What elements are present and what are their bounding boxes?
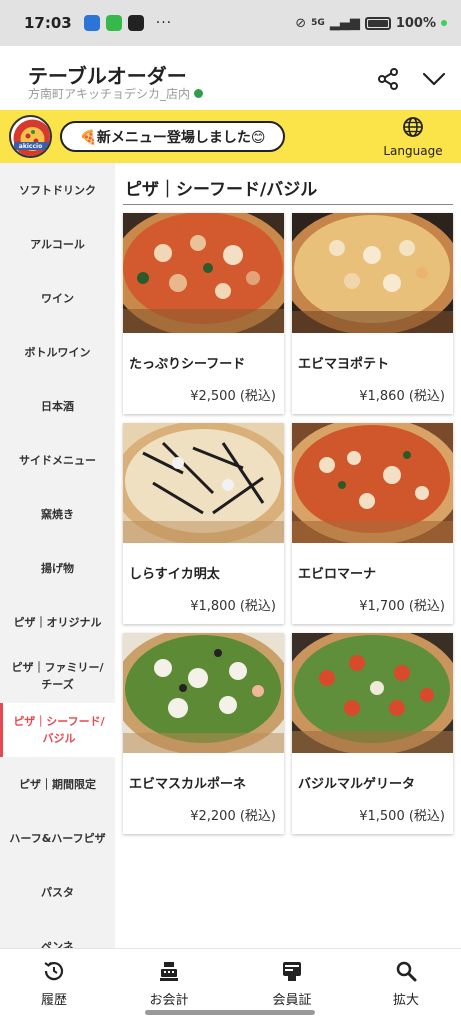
- menu-item-card[interactable]: バジルマルゲリータ ¥1,500 (税込): [292, 633, 453, 834]
- logo-graphic: [13, 119, 50, 156]
- share-icon: [378, 68, 398, 90]
- pizza-image: [292, 213, 453, 333]
- menu-item-card[interactable]: エビマスカルポーネ ¥2,200 (税込): [123, 633, 284, 834]
- announcement-pill[interactable]: 🍕新メニュー登場しました😊: [60, 121, 285, 152]
- member-card-icon: [283, 962, 301, 981]
- sidebar-item-wine[interactable]: ワイン: [0, 271, 115, 325]
- item-name: エビロマーナ: [298, 567, 377, 582]
- item-price: ¥2,500 (税込): [190, 389, 276, 404]
- nav-member-card[interactable]: 会員証: [252, 959, 332, 1008]
- register-icon: [160, 962, 178, 981]
- section-divider: [123, 204, 453, 205]
- nav-zoom[interactable]: 拡大: [366, 959, 446, 1008]
- item-price: ¥1,860 (税込): [359, 389, 445, 404]
- store-name: 方南町アキッチョデシカ_店内: [28, 85, 204, 102]
- pizza-image: [123, 633, 284, 753]
- sidebar-item-half-half[interactable]: ハーフ&ハーフピザ: [0, 811, 115, 865]
- menu-item-card[interactable]: エビマヨポテト ¥1,860 (税込): [292, 213, 453, 414]
- sidebar-item-side-menu[interactable]: サイドメニュー: [0, 433, 115, 487]
- nav-checkout[interactable]: お会計: [129, 959, 209, 1008]
- menu-content: ピザ｜シーフード/バジル たっぷりシーフード ¥2,500 (税込) エビマヨポ…: [115, 163, 461, 948]
- app-header: テーブルオーダー 方南町アキッチョデシカ_店内: [0, 46, 461, 110]
- item-price: ¥2,200 (税込): [190, 809, 276, 824]
- network-type: 5G: [311, 18, 325, 28]
- share-button[interactable]: [372, 63, 404, 95]
- item-name: たっぷりシーフード: [129, 357, 246, 372]
- item-name: エビマヨポテト: [298, 357, 390, 372]
- menu-item-card[interactable]: しらすイカ明太 ¥1,800 (税込): [123, 423, 284, 624]
- pizza-image: [123, 423, 284, 543]
- menu-item-card[interactable]: エビロマーナ ¥1,700 (税込): [292, 423, 453, 624]
- status-time: 17:03: [24, 14, 72, 32]
- nav-history-label: 履歴: [40, 993, 67, 1008]
- sidebar-item-fried[interactable]: 揚げ物: [0, 541, 115, 595]
- notification-icons: ···: [83, 15, 173, 31]
- store-name-label: 方南町アキッチョデシカ_店内: [28, 87, 191, 101]
- app-notification-icon: [83, 15, 100, 31]
- app-notification-icon: [127, 15, 144, 31]
- home-indicator[interactable]: [145, 1010, 315, 1015]
- privacy-dot-icon: [441, 20, 447, 26]
- sidebar-item-bottle-wine[interactable]: ボトルワイン: [0, 325, 115, 379]
- sidebar-item-pizza-limited[interactable]: ピザ｜期間限定: [0, 757, 115, 811]
- status-indicators: ⊘ 5G ▂▄▆ 100%: [295, 16, 447, 31]
- status-bar: 17:03 ··· ⊘ 5G ▂▄▆ 100%: [0, 0, 461, 46]
- sidebar-item-pizza-original[interactable]: ピザ｜オリジナル: [0, 595, 115, 649]
- item-price: ¥1,500 (税込): [359, 809, 445, 824]
- sidebar-item-soft-drink[interactable]: ソフトドリンク: [0, 163, 115, 217]
- mute-icon: ⊘: [295, 15, 307, 31]
- chevron-down-icon: [422, 72, 446, 86]
- category-sidebar[interactable]: ソフトドリンク アルコール ワイン ボトルワイン 日本酒 サイドメニュー 窯焼き…: [0, 163, 115, 948]
- notice-bar: akiccio 🍕新メニュー登場しました😊 Language: [0, 110, 461, 163]
- sidebar-item-penne[interactable]: ペンネ: [0, 919, 115, 949]
- menu-item-card[interactable]: たっぷりシーフード ¥2,500 (税込): [123, 213, 284, 414]
- more-notifications-icon: ···: [155, 15, 173, 31]
- collapse-button[interactable]: [418, 63, 450, 95]
- zoom-icon: [396, 961, 417, 982]
- nav-zoom-label: 拡大: [392, 993, 419, 1008]
- battery-icon: [364, 16, 391, 30]
- item-price: ¥1,800 (税込): [190, 599, 276, 614]
- item-name: バジルマルゲリータ: [298, 777, 416, 792]
- sidebar-item-pizza-family[interactable]: ピザ｜ファミリー/チーズ: [0, 649, 115, 703]
- sidebar-item-pizza-seafood[interactable]: ピザ｜シーフード/バジル: [0, 703, 115, 757]
- pizza-image: [292, 633, 453, 753]
- store-logo: akiccio: [9, 115, 52, 158]
- language-button[interactable]: Language: [378, 116, 448, 158]
- nav-history[interactable]: 履歴: [14, 959, 94, 1008]
- globe-icon: [403, 117, 423, 137]
- item-name: しらすイカ明太: [129, 567, 220, 582]
- pizza-image: [123, 213, 284, 333]
- nav-member-card-label: 会員証: [272, 993, 312, 1008]
- item-name: エビマスカルポーネ: [129, 777, 247, 792]
- battery-percent: 100%: [395, 15, 436, 31]
- section-title: ピザ｜シーフード/バジル: [125, 180, 318, 200]
- history-icon: [44, 961, 64, 981]
- language-label: Language: [383, 144, 443, 158]
- sidebar-item-alcohol[interactable]: アルコール: [0, 217, 115, 271]
- line-notification-icon: [105, 15, 122, 31]
- sidebar-item-oven[interactable]: 窯焼き: [0, 487, 115, 541]
- sidebar-item-pasta[interactable]: パスタ: [0, 865, 115, 919]
- sidebar-item-sake[interactable]: 日本酒: [0, 379, 115, 433]
- signal-icon: ▂▄▆: [329, 15, 360, 31]
- store-status-icon: [194, 89, 204, 98]
- item-price: ¥1,700 (税込): [359, 599, 445, 614]
- pizza-image: [292, 423, 453, 543]
- logo-text: akiccio: [18, 143, 43, 150]
- nav-checkout-label: お会計: [149, 993, 189, 1008]
